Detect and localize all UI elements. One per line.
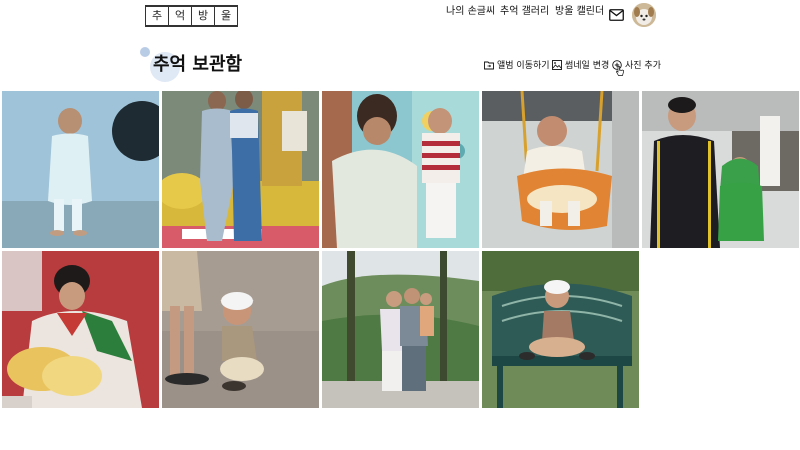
page-title: 추억 보관함 <box>153 54 243 75</box>
photo-image <box>322 91 479 248</box>
photo-image <box>2 91 159 248</box>
photo-image <box>2 251 159 408</box>
mail-icon[interactable] <box>609 9 624 21</box>
logo-char: 추 <box>145 7 169 25</box>
photo-thumbnail[interactable] <box>482 251 639 408</box>
nav-bangul-calendar[interactable]: 방울 캘린더 <box>555 2 604 17</box>
avatar-image <box>632 3 656 27</box>
photo-image <box>642 91 799 248</box>
pointer-cursor-icon <box>616 66 624 76</box>
photo-thumbnail[interactable] <box>162 251 319 408</box>
photo-thumbnail[interactable] <box>2 91 159 248</box>
photo-image <box>482 251 639 408</box>
image-edit-icon <box>552 59 562 70</box>
photo-image <box>162 91 319 248</box>
photo-thumbnail[interactable] <box>162 91 319 248</box>
change-thumbnail-button[interactable]: 썸네일 변경 <box>552 58 609 71</box>
photo-thumbnail[interactable] <box>482 91 639 248</box>
site-logo[interactable]: 추 억 방 울 <box>145 5 238 27</box>
logo-char: 방 <box>192 7 215 25</box>
photo-thumbnail[interactable] <box>2 251 159 408</box>
move-album-button[interactable]: 앨범 이동하기 <box>484 58 550 71</box>
user-avatar[interactable] <box>632 3 656 27</box>
photo-thumbnail[interactable] <box>642 91 799 248</box>
logo-char: 억 <box>169 7 192 25</box>
photo-image <box>162 251 319 408</box>
logo-char: 울 <box>215 7 238 25</box>
photo-image <box>322 251 479 408</box>
nav-my-handwriting[interactable]: 나의 손글씨 <box>446 2 495 17</box>
move-album-label: 앨범 이동하기 <box>497 61 550 71</box>
nav-memory-gallery[interactable]: 추억 갤러리 <box>500 2 549 17</box>
photo-thumbnail[interactable] <box>322 91 479 248</box>
title-decoration <box>140 47 150 57</box>
photo-thumbnail[interactable] <box>322 251 479 408</box>
add-photo-label: 사진 추가 <box>625 61 661 71</box>
folder-move-icon <box>484 61 494 69</box>
photo-image <box>482 91 639 248</box>
change-thumbnail-label: 썸네일 변경 <box>565 61 610 71</box>
